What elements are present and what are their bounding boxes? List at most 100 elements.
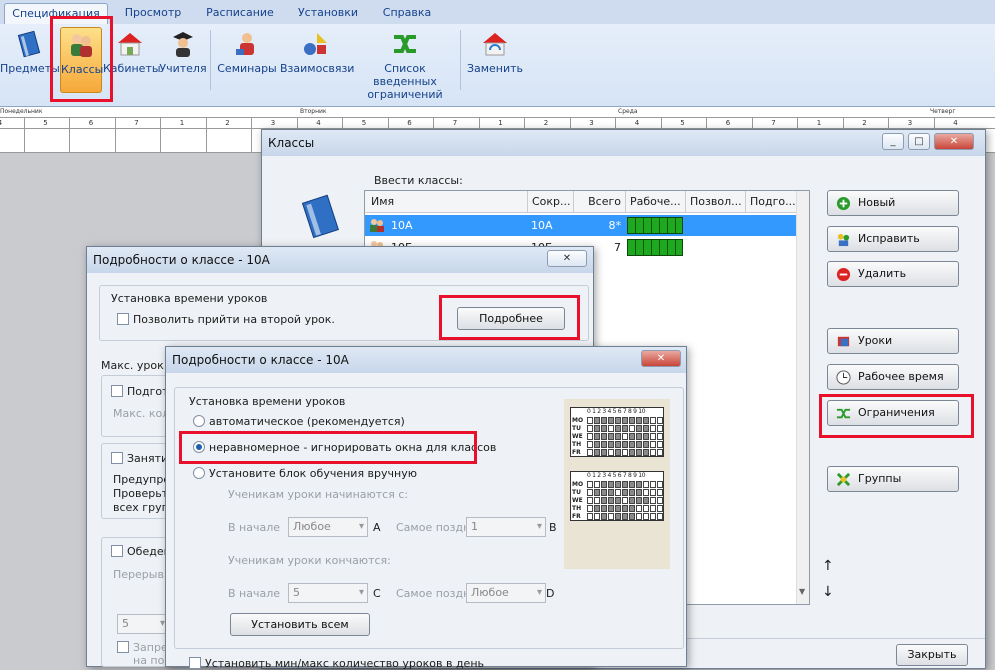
checkbox-box[interactable] <box>111 385 123 397</box>
mini-cell <box>643 505 649 512</box>
checkbox-box[interactable] <box>111 452 123 464</box>
mini-cell <box>615 481 621 488</box>
start-earliest-select[interactable]: Любое <box>288 517 368 537</box>
period-number: 6 <box>725 119 731 127</box>
close-button[interactable]: ✕ <box>547 250 587 267</box>
checkbox-box[interactable] <box>189 657 201 669</box>
ribbon-constraints-list-button[interactable]: Список введенных ограничений <box>354 27 456 101</box>
mini-cell <box>643 425 649 432</box>
mini-cell <box>636 441 642 448</box>
checkbox-box[interactable] <box>117 313 129 325</box>
grid-line <box>160 118 161 153</box>
tab-schedule[interactable]: Расписание <box>197 3 283 24</box>
set-all-button[interactable]: Установить всем <box>230 613 370 636</box>
day-label: Четверг <box>930 108 956 115</box>
maximize-button[interactable]: □ <box>908 133 930 150</box>
tab-help[interactable]: Справка <box>372 3 442 24</box>
mini-cell <box>594 481 600 488</box>
mini-cell <box>643 497 649 504</box>
ribbon-relations-button[interactable]: Взаимосвязи <box>280 27 354 93</box>
ribbon-seminars-button[interactable]: Семинары <box>216 27 278 93</box>
edit-button[interactable]: Исправить <box>827 226 959 252</box>
activities-checkbox[interactable]: Заняти <box>111 452 168 465</box>
mini-cell <box>608 481 614 488</box>
mini-cell <box>643 481 649 488</box>
delete-button[interactable]: Удалить <box>827 261 959 287</box>
close-button[interactable]: ✕ <box>934 133 974 150</box>
ribbon-replace-button[interactable]: Заменить <box>464 27 526 93</box>
move-up-icon[interactable]: ↑ <box>822 558 834 574</box>
column-name[interactable]: Имя <box>367 191 527 213</box>
period-number: 5 <box>680 119 685 127</box>
lunch-checkbox[interactable]: Обеден <box>111 545 171 558</box>
close-button[interactable]: ✕ <box>641 350 681 367</box>
close-dialog-button[interactable]: Закрыть <box>896 644 968 666</box>
house-icon <box>118 33 142 56</box>
grid-line <box>114 118 116 153</box>
mini-cell <box>629 449 635 456</box>
radio-button[interactable] <box>193 467 205 479</box>
worktime-grid <box>627 239 683 256</box>
mini-cell <box>594 425 600 432</box>
scroll-down-icon[interactable]: ▼ <box>799 587 805 596</box>
ribbon-teachers-button[interactable]: Учителя <box>158 27 208 93</box>
table-row[interactable]: 10А 10А 8* <box>365 215 809 236</box>
worktime-label: Рабочее время <box>858 370 944 383</box>
end-label: Ученикам уроки кончаются: <box>228 554 391 567</box>
worktime-button[interactable]: Рабочее время <box>827 364 959 390</box>
groups-button[interactable]: Группы <box>827 466 959 492</box>
details-front-title: Подробности о классе - 10А <box>166 347 686 373</box>
letter-a: A <box>373 521 381 534</box>
allow-second-lesson-checkbox[interactable]: Позволить прийти на второй урок. <box>117 313 335 326</box>
forbid-checkbox[interactable]: Запре <box>117 641 168 654</box>
highlight-constraints <box>819 394 974 438</box>
letter-c: C <box>373 587 381 600</box>
mini-cell <box>601 441 607 448</box>
end-latest-select[interactable]: Любое <box>466 583 546 603</box>
day-label: Среда <box>618 108 638 115</box>
start-latest-select[interactable]: 1 <box>466 517 546 537</box>
max-lessons-label: Макс. урок <box>101 359 164 372</box>
scrollbar[interactable]: ▼ <box>796 191 809 604</box>
mini-cell <box>608 489 614 496</box>
min-max-checkbox[interactable]: Установить мин/макс количество уроков в … <box>189 657 484 670</box>
column-total[interactable]: Всего <box>573 191 625 213</box>
period-number: 2 <box>225 119 230 127</box>
break-value: 5 <box>122 617 129 630</box>
combo-a-value: Любое <box>293 520 331 533</box>
tab-settings[interactable]: Установки <box>288 3 368 24</box>
relations-icon <box>304 33 327 55</box>
end-earliest-select[interactable]: 5 <box>288 583 368 603</box>
mini-cell <box>629 441 635 448</box>
details-back-title: Подробности о классе - 10А <box>87 247 593 273</box>
lessons-button[interactable]: Уроки <box>827 328 959 354</box>
period-number: 5 <box>43 119 48 127</box>
period-number: 6 <box>407 119 412 127</box>
period-number: 4 <box>634 119 640 127</box>
column-allow[interactable]: Позвол... <box>685 191 745 213</box>
mini-cell <box>636 433 642 440</box>
mini-cell <box>587 505 593 512</box>
day-label: Понедельник <box>0 108 43 115</box>
mini-cell <box>601 497 607 504</box>
mini-cell <box>615 513 621 520</box>
new-button[interactable]: Новый <box>827 190 959 216</box>
mini-cell <box>629 433 635 440</box>
period-number: 1 <box>179 119 185 127</box>
manual-radio[interactable]: Установите блок обучения вручную <box>193 467 417 480</box>
auto-radio[interactable]: автоматическое (рекомендуется) <box>193 415 405 428</box>
radio-button[interactable] <box>193 415 205 427</box>
column-short[interactable]: Сокр... <box>527 191 573 213</box>
minimize-button[interactable]: _ <box>882 133 904 150</box>
mini-day: MO <box>572 481 584 488</box>
mini-cell <box>608 433 614 440</box>
mini-cell <box>608 441 614 448</box>
mini-cell <box>608 417 614 424</box>
move-down-icon[interactable]: ↓ <box>822 584 834 600</box>
checkbox-box[interactable] <box>111 545 123 557</box>
column-worktime[interactable]: Рабоче... <box>625 191 685 213</box>
break-value-input[interactable]: 5 <box>117 614 169 634</box>
tab-view[interactable]: Просмотр <box>113 3 193 24</box>
combo-d-value: Любое <box>471 586 509 599</box>
checkbox-box[interactable] <box>117 641 129 653</box>
